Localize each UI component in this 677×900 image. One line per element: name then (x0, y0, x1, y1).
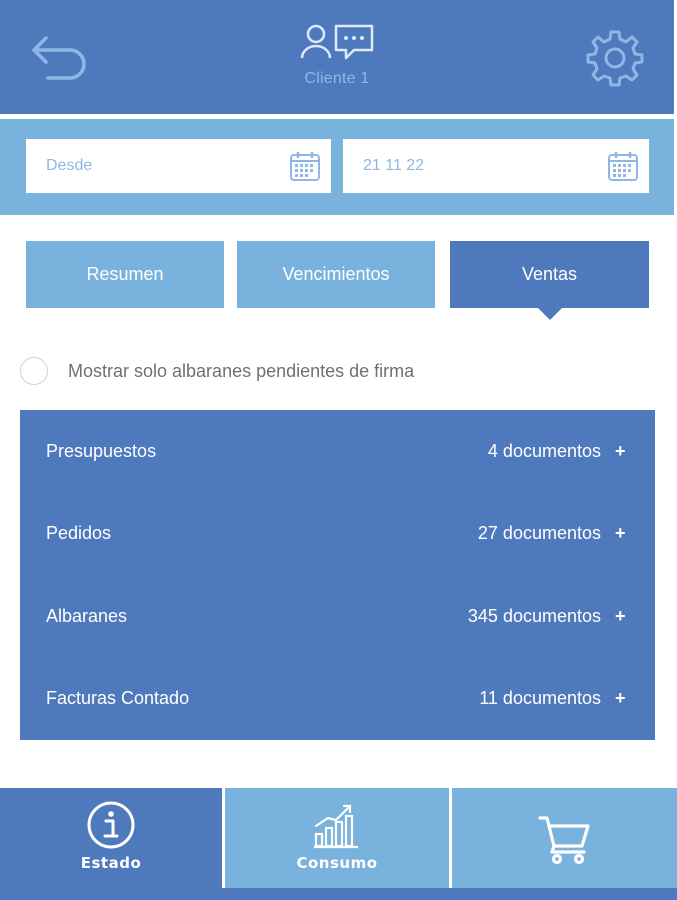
gear-icon (586, 30, 644, 87)
nav-bottom-strip (0, 888, 677, 900)
app-header: Cliente 1 (0, 0, 674, 114)
document-row-presupuestos[interactable]: Presupuestos 4 documentos + (20, 410, 655, 493)
nav-label: Estado (80, 854, 142, 872)
nav-cart[interactable] (452, 788, 677, 888)
expand-plus-icon[interactable]: + (615, 441, 655, 462)
client-name: Cliente 1 (304, 70, 370, 87)
client-chat-icon (300, 24, 374, 60)
chart-icon (314, 804, 358, 849)
expand-plus-icon[interactable]: + (615, 523, 655, 544)
document-name: Pedidos (46, 523, 112, 544)
tab-resumen[interactable]: Resumen (26, 241, 224, 308)
document-count: 345 documentos (467, 605, 601, 626)
date-to-field[interactable] (343, 139, 649, 193)
settings-button[interactable] (584, 28, 646, 88)
date-from-input[interactable] (46, 157, 256, 175)
client-selector[interactable]: Cliente 1 (260, 20, 414, 88)
document-row-albaranes[interactable]: Albaranes 345 documentos + (20, 575, 655, 658)
info-icon (87, 801, 135, 849)
date-to-input[interactable] (363, 157, 573, 175)
tab-ventas[interactable]: Ventas (450, 241, 649, 320)
cart-icon (537, 816, 590, 865)
expand-plus-icon[interactable]: + (615, 606, 655, 627)
filter-label: Mostrar solo albaranes pendientes de fir… (68, 360, 415, 381)
document-row-pedidos[interactable]: Pedidos 27 documentos + (20, 493, 655, 576)
expand-plus-icon[interactable]: + (615, 688, 655, 709)
document-count: 11 documentos (479, 688, 601, 709)
nav-consumo[interactable]: Consumo (225, 788, 449, 888)
document-count: 27 documentos (477, 523, 601, 544)
calendar-icon[interactable] (289, 150, 321, 182)
nav-estado[interactable]: Estado (0, 788, 222, 888)
date-from-field[interactable] (26, 139, 331, 193)
bottom-navigation: Estado Consumo (0, 788, 677, 900)
document-name: Albaranes (46, 605, 128, 626)
section-tabs: Resumen Vencimientos Ventas (26, 241, 649, 321)
pending-signature-filter: Mostrar solo albaranes pendientes de fir… (20, 356, 414, 386)
tab-vencimientos[interactable]: Vencimientos (237, 241, 435, 308)
back-arrow-icon (32, 36, 86, 80)
date-range-bar (0, 119, 674, 215)
document-name: Facturas Contado (46, 688, 190, 709)
nav-label: Consumo (296, 854, 378, 872)
document-name: Presupuestos (46, 440, 157, 461)
pending-signature-radio[interactable] (20, 357, 48, 385)
calendar-icon[interactable] (607, 150, 639, 182)
back-button[interactable] (28, 30, 92, 82)
document-row-facturas-contado[interactable]: Facturas Contado 11 documentos + (20, 658, 655, 741)
document-count: 4 documentos (487, 440, 601, 461)
document-list: Presupuestos 4 documentos + Pedidos 27 d… (20, 410, 655, 740)
